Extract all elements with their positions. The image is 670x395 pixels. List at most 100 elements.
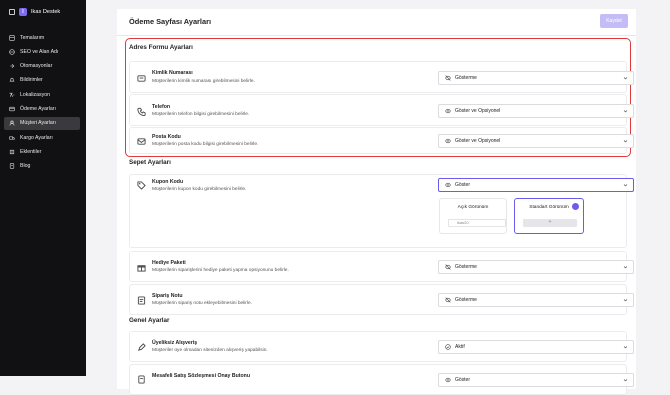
- save-button[interactable]: Kaydet: [600, 14, 628, 28]
- phone-icon: [137, 107, 146, 116]
- section-title-cart: Sepet Ayarları: [129, 159, 171, 166]
- chevron-down-icon: [623, 346, 628, 349]
- chevron-down-icon: [623, 266, 628, 269]
- section-title-general: Genel Ayarlar: [129, 317, 170, 324]
- chevron-down-icon: [623, 184, 628, 187]
- chevron-down-icon: [623, 77, 628, 80]
- gift-icon: [137, 265, 146, 272]
- setting-title: Kupon Kodu: [152, 179, 184, 185]
- id-card-icon: [137, 75, 146, 82]
- visibility-select[interactable]: Gösterme: [438, 260, 634, 274]
- section-title-address: Adres Formu Ayarları: [129, 44, 193, 51]
- sidebar-item-odeme-ayarlari[interactable]: Ödeme Ayarları: [4, 102, 80, 115]
- card-icon: [9, 106, 15, 112]
- setting-description: Müşterilerin sipariş notu ekleyebilmesin…: [152, 301, 252, 306]
- blog-icon: [9, 163, 15, 169]
- coupon-style-standard[interactable]: Standart Görünüm +: [514, 198, 584, 234]
- setting-row-posta-kodu: Posta Kodu Müşterilerin posta kodu bilgi…: [129, 127, 634, 154]
- theme-icon: [9, 34, 15, 41]
- select-value: Göster: [455, 377, 471, 383]
- sidebar-item-musteri-ayarlari[interactable]: Müşteri Ayarları: [4, 116, 80, 130]
- selected-check-icon: [572, 203, 579, 210]
- setting-row-mesafeli-satis: Mesafeli Satış Sözleşmesi Onay Butonu Gö…: [129, 364, 634, 395]
- sidebar-item-bildirimler[interactable]: Bildirimler: [4, 74, 80, 87]
- sidebar-item-seo[interactable]: SEO ve Alan Adı: [4, 45, 80, 58]
- sidebar-item-lokalizasyon[interactable]: Lokalizasyon: [4, 88, 80, 101]
- chevron-down-icon: [623, 379, 628, 382]
- brand[interactable]: I Ikas Destek: [9, 8, 60, 16]
- main-panel: Ödeme Sayfası Ayarları Kaydet Adres Form…: [117, 9, 636, 395]
- chevron-down-icon: [623, 140, 628, 143]
- setting-description: Müşteriler üye olmadan sitenizden alışve…: [152, 348, 268, 353]
- coupon-style-open[interactable]: Açık Görünüm ikas20: [439, 198, 507, 234]
- visibility-select[interactable]: Gösterme: [438, 293, 634, 307]
- sidebar-item-label: Ödeme Ayarları: [20, 105, 56, 112]
- brand-name: Ikas Destek: [31, 9, 61, 15]
- visibility-select[interactable]: Göster ve Opsiyonel: [438, 134, 634, 148]
- setting-description: Müşterilerin siparişlerini hediye paketi…: [152, 268, 289, 273]
- visibility-select[interactable]: Göster: [438, 178, 634, 192]
- sidebar-item-label: Bildirimler: [20, 77, 43, 84]
- select-value: Gösterme: [455, 264, 477, 270]
- bell-icon: [9, 78, 15, 82]
- setting-description: Müşterilerin kupon kodu girebilmesini be…: [152, 187, 247, 192]
- setting-title: Telefon: [152, 104, 171, 110]
- document-icon: [138, 375, 145, 384]
- coupon-preview-text: ikas20: [457, 220, 469, 225]
- pen-icon: [138, 343, 146, 351]
- sidebar-toggle-icon[interactable]: [9, 9, 15, 15]
- coupon-add-preview: +: [523, 219, 577, 227]
- select-value: Göster: [455, 182, 471, 188]
- setting-title: Mesafeli Satış Sözleşmesi Onay Butonu: [152, 373, 251, 379]
- setting-row-uyeliksiz: Üyeliksiz Alışveriş Müşteriler üye olmad…: [129, 331, 634, 362]
- users-icon: [9, 120, 15, 126]
- sidebar-item-label: Lokalizasyon: [20, 91, 50, 98]
- sidebar-item-label: Eklentiler: [20, 148, 42, 155]
- eye-icon: [445, 138, 451, 144]
- mail-icon: [137, 138, 146, 145]
- setting-row-hediye-paketi: Hediye Paketi Müşterilerin siparişlerini…: [129, 251, 634, 282]
- sidebar-item-label: Blog: [20, 163, 31, 170]
- status-select[interactable]: Aktif: [438, 340, 634, 354]
- select-value: Göster ve Opsiyonel: [455, 108, 501, 114]
- truck-icon: [9, 136, 15, 140]
- sidebar-item-kargo-ayarlari[interactable]: Kargo Ayarları: [4, 131, 80, 144]
- brand-logo: I: [19, 8, 27, 16]
- sidebar-item-eklentiler[interactable]: Eklentiler: [4, 145, 80, 158]
- eye-icon: [445, 182, 451, 188]
- sidebar-item-label: Otomasyonlar: [20, 63, 53, 70]
- setting-description: Müşterilerin kimlik numarası girebilmesi…: [152, 79, 255, 84]
- chevron-down-icon: [623, 299, 628, 302]
- eye-icon: [445, 377, 451, 383]
- chevron-down-icon: [623, 110, 628, 113]
- sidebar-item-blog[interactable]: Blog: [4, 160, 80, 173]
- setting-title: Kimlik Numarası: [152, 70, 193, 76]
- sidebar-item-otomasyonlar[interactable]: Otomasyonlar: [4, 60, 80, 73]
- setting-title: Hediye Paketi: [152, 260, 186, 266]
- visibility-select[interactable]: Gösterme: [438, 71, 634, 85]
- setting-description: Müşterilerin posta kodu bilgisi girebilm…: [152, 142, 259, 147]
- sidebar: I Ikas Destek Temalarım SEO ve Alan Adı …: [0, 0, 86, 376]
- option-title: Açık Görünüm: [457, 205, 489, 210]
- setting-description: Müşterilerin telefon bilgisi girebilmesi…: [152, 112, 250, 117]
- select-value: Göster ve Opsiyonel: [455, 138, 501, 144]
- note-icon: [137, 296, 146, 305]
- automation-icon: [10, 64, 15, 69]
- eye-icon: [445, 108, 451, 114]
- select-value: Gösterme: [455, 297, 477, 303]
- language-icon: [9, 92, 15, 97]
- setting-title: Posta Kodu: [152, 134, 181, 140]
- setting-title: Üyeliksiz Alışveriş: [152, 340, 198, 346]
- visibility-select[interactable]: Göster ve Opsiyonel: [438, 104, 634, 118]
- sidebar-nav: Temalarım SEO ve Alan Adı Otomasyonlar B…: [4, 31, 80, 174]
- check-circle-icon: [445, 344, 451, 350]
- sidebar-item-temalarim[interactable]: Temalarım: [4, 31, 80, 44]
- sidebar-item-label: Kargo Ayarları: [20, 134, 53, 141]
- sidebar-item-label: SEO ve Alan Adı: [20, 48, 59, 55]
- plugin-icon: [9, 149, 15, 154]
- sidebar-item-label: Müşteri Ayarları: [20, 120, 56, 127]
- select-value: Gösterme: [455, 75, 477, 81]
- visibility-select[interactable]: Göster: [438, 373, 634, 387]
- coupon-preview-input: ikas20: [448, 219, 506, 227]
- tag-icon: [137, 181, 146, 190]
